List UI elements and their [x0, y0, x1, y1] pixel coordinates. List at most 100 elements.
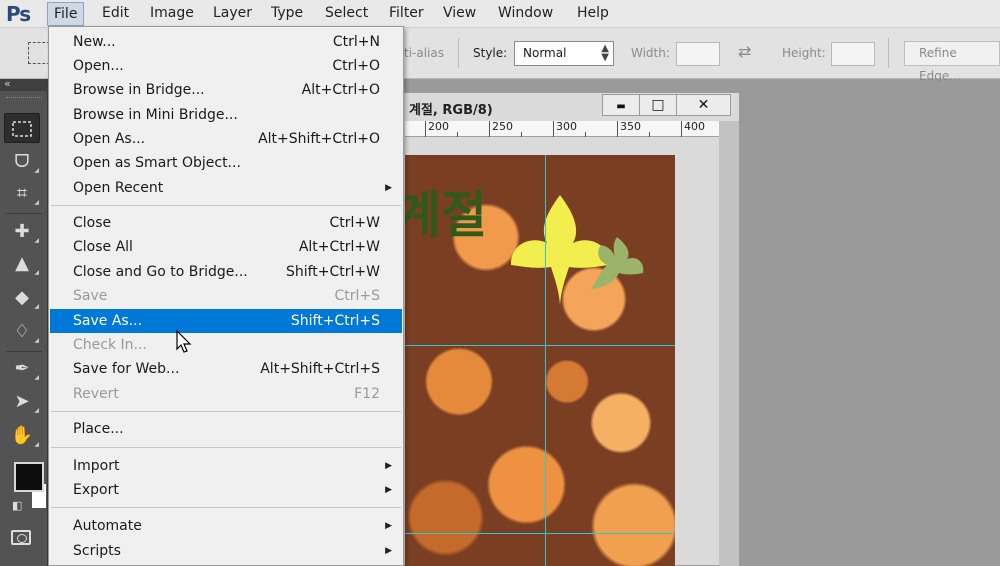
file-menu-dropdown: New... Ctrl+N Open... Ctrl+O Browse in Bri… — [48, 26, 404, 566]
tool-crop[interactable]: ⌗ ◢ — [4, 179, 40, 209]
menu-bar: Ps File Edit Image Layer Type Select Fil… — [0, 0, 1000, 28]
maximize-icon: □ — [651, 97, 665, 113]
image-canvas[interactable]: 계절 — [405, 155, 675, 566]
document-title: 계절, RGB/8) — [409, 103, 493, 118]
updown-arrow-icon: ▲ ▼ — [601, 43, 609, 63]
menu-item-automate[interactable]: Automate ▶ — [50, 514, 402, 538]
menu-help[interactable]: Help — [571, 2, 615, 26]
path-selection-icon: ➤ — [14, 391, 30, 412]
menu-window[interactable]: Window — [492, 2, 559, 26]
menu-view[interactable]: View — [437, 2, 482, 26]
width-input[interactable] — [676, 42, 720, 66]
menu-item-close-and-go-to-bridge[interactable]: Close and Go to Bridge... Shift+Ctrl+W — [50, 260, 402, 284]
height-input[interactable] — [831, 42, 875, 66]
green-leaf-shape — [591, 237, 644, 289]
close-icon: ✕ — [697, 97, 710, 113]
ruler-tick: 250 — [489, 121, 513, 137]
menu-image[interactable]: Image — [144, 2, 200, 26]
menu-file[interactable]: File — [47, 2, 85, 26]
clone-stamp-icon: ▲ — [15, 253, 29, 274]
ruler-tick: 300 — [553, 121, 577, 137]
submenu-arrow-icon: ▶ — [385, 485, 392, 495]
menu-item-scripts[interactable]: Scripts ▶ — [50, 539, 402, 563]
menu-item-open-recent[interactable]: Open Recent ▶ — [50, 176, 402, 200]
pen-icon: ✒ — [14, 358, 30, 379]
default-colors-icon[interactable]: ◧ — [12, 499, 22, 512]
eraser-icon: ◆ — [15, 287, 29, 308]
horizontal-guide — [405, 345, 675, 346]
menu-item-browse-in-bridge[interactable]: Browse in Bridge... Alt+Ctrl+O — [50, 78, 402, 102]
photoshop-logo: Ps — [6, 2, 31, 26]
menu-item-export[interactable]: Export ▶ — [50, 478, 402, 502]
marquee-preset-icon[interactable] — [28, 42, 50, 64]
submenu-arrow-icon: ▶ — [385, 461, 392, 471]
menu-item-close-all[interactable]: Close All Alt+Ctrl+W — [50, 235, 402, 259]
refine-edge-button[interactable]: Refine Edge... — [904, 41, 1000, 83]
swap-arrows-icon[interactable]: ⇄ — [738, 42, 751, 61]
style-select-value: Normal — [523, 46, 567, 60]
healing-brush-icon: ✚ — [14, 221, 30, 242]
width-label: Width: — [631, 46, 670, 60]
menu-separator — [51, 411, 401, 412]
menu-item-open-as[interactable]: Open As... Alt+Shift+Ctrl+O — [50, 127, 402, 151]
menu-item-new[interactable]: New... Ctrl+N — [50, 30, 402, 54]
menu-separator — [51, 205, 401, 206]
menu-layer[interactable]: Layer — [207, 2, 258, 26]
minimize-icon: ▬ — [616, 101, 626, 112]
submenu-arrow-icon: ▶ — [385, 521, 392, 531]
tool-pen[interactable]: ✒ ◢ — [4, 354, 40, 384]
tool-hand[interactable]: ✋ ◢ — [4, 421, 40, 451]
style-label: Style: — [473, 46, 508, 60]
ruler-tick: 350 — [617, 121, 641, 137]
menu-item-place[interactable]: Place... — [50, 417, 402, 441]
style-select[interactable]: Normal ▲ ▼ — [514, 41, 614, 66]
tool-rectangular-marquee[interactable] — [4, 113, 40, 143]
document-side-area — [719, 121, 739, 566]
tool-blur[interactable]: ♢ ◢ — [4, 317, 40, 347]
height-label: Height: — [782, 46, 826, 60]
menu-item-browse-in-mini-bridge[interactable]: Browse in Mini Bridge... — [50, 103, 402, 127]
maximize-button[interactable]: □ — [639, 94, 677, 116]
hand-icon: ✋ — [10, 425, 34, 446]
ruler-tick: 400 — [681, 121, 705, 137]
submenu-arrow-icon: ▶ — [385, 183, 392, 193]
menu-select[interactable]: Select — [319, 2, 374, 26]
menu-item-save-for-web[interactable]: Save for Web... Alt+Shift+Ctrl+S — [50, 357, 402, 381]
menu-separator — [51, 447, 401, 448]
antialias-label: ti-alias — [404, 46, 444, 60]
lasso-icon: ᗜ — [14, 151, 30, 172]
document-window: 계절, RGB/8) ▬ □ ✕ 200 250 300 350 400 계절 — [360, 92, 740, 566]
menu-item-save: Save Ctrl+S — [73, 288, 380, 304]
tool-eraser[interactable]: ◆ ◢ — [4, 283, 40, 313]
canvas-title-text: 계절 — [405, 186, 487, 244]
menu-item-close[interactable]: Close Ctrl+W — [50, 211, 402, 235]
menu-item-import[interactable]: Import ▶ — [50, 454, 402, 478]
horizontal-ruler: 200 250 300 350 400 — [405, 121, 719, 137]
panel-grip[interactable] — [6, 97, 42, 100]
menu-edit[interactable]: Edit — [96, 2, 135, 26]
menu-item-open-as-smart-object[interactable]: Open as Smart Object... — [50, 151, 402, 175]
options-divider — [888, 38, 889, 68]
submenu-arrow-icon: ▶ — [385, 546, 392, 556]
minimize-button[interactable]: ▬ — [602, 94, 640, 116]
menu-filter[interactable]: Filter — [383, 2, 430, 26]
menu-item-open[interactable]: Open... Ctrl+O — [50, 54, 402, 78]
quick-mask-icon[interactable] — [11, 530, 31, 545]
foreground-color-swatch[interactable] — [14, 462, 44, 492]
tool-healing-brush[interactable]: ✚ ◢ — [4, 217, 40, 247]
menu-item-save-as[interactable]: Save As... Shift+Ctrl+S — [50, 309, 402, 333]
tool-path-selection[interactable]: ➤ ◢ — [4, 387, 40, 417]
tool-lasso[interactable]: ᗜ ◢ — [4, 147, 40, 177]
menu-separator — [51, 507, 401, 508]
blur-icon: ♢ — [13, 321, 31, 342]
vertical-guide — [545, 155, 546, 566]
close-button[interactable]: ✕ — [676, 94, 731, 116]
options-divider — [458, 38, 459, 68]
crop-icon: ⌗ — [16, 183, 28, 204]
menu-item-revert: Revert F12 — [73, 386, 380, 402]
double-chevron-left-icon[interactable]: « — [4, 77, 11, 90]
menu-type[interactable]: Type — [265, 2, 309, 26]
horizontal-guide — [405, 533, 675, 534]
tool-clone-stamp[interactable]: ▲ ◢ — [4, 249, 40, 279]
tools-panel-header: « — [0, 77, 48, 91]
